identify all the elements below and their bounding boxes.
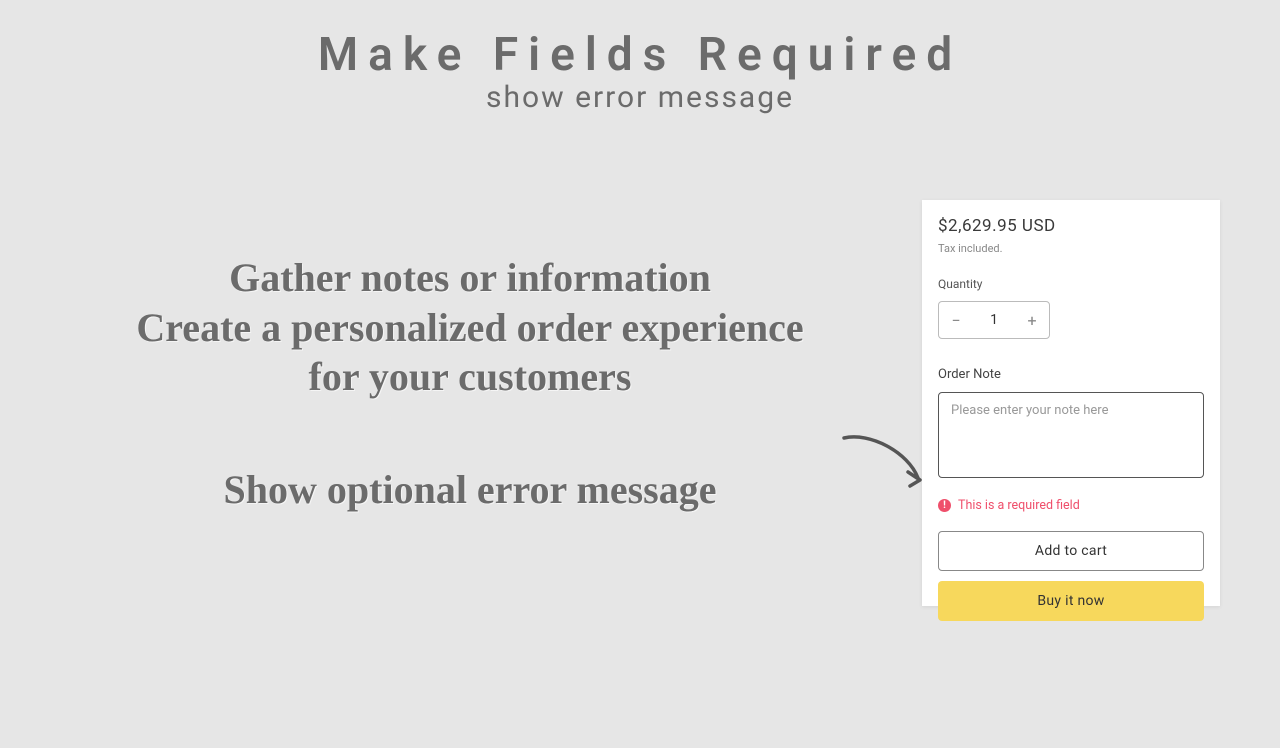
arrow-icon <box>838 432 928 492</box>
product-price: $2,629.95 USD <box>938 216 1204 236</box>
marketing-copy: Gather notes or information Create a per… <box>60 253 880 513</box>
quantity-decrement-button[interactable]: − <box>939 302 973 338</box>
marketing-line: for your customers <box>60 352 880 402</box>
buy-now-button[interactable]: Buy it now <box>938 581 1204 621</box>
marketing-line: Gather notes or information <box>60 253 880 303</box>
quantity-stepper[interactable]: − 1 + <box>938 301 1050 339</box>
marketing-line: Show optional error message <box>60 466 880 513</box>
quantity-label: Quantity <box>938 277 1204 291</box>
error-icon: ! <box>938 499 951 512</box>
page-subtitle: show error message <box>0 80 1280 115</box>
tax-note: Tax included. <box>938 242 1204 255</box>
error-message: ! This is a required field <box>938 498 1204 513</box>
quantity-value: 1 <box>990 312 998 328</box>
order-note-label: Order Note <box>938 367 1204 382</box>
order-note-field[interactable] <box>938 392 1204 478</box>
product-card: $2,629.95 USD Tax included. Quantity − 1… <box>922 200 1220 606</box>
quantity-increment-button[interactable]: + <box>1015 302 1049 338</box>
error-text: This is a required field <box>958 498 1080 513</box>
page-title: Make Fields Required <box>0 28 1280 82</box>
marketing-line: Create a personalized order experience <box>60 303 880 353</box>
add-to-cart-button[interactable]: Add to cart <box>938 531 1204 571</box>
